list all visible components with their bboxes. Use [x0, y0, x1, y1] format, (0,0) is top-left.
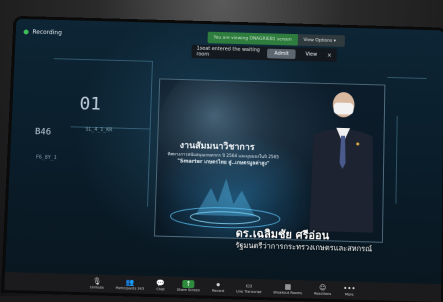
recording-dot-icon	[23, 29, 29, 35]
hud-code-2: F6_8Y_1	[35, 154, 57, 162]
toolbar-label: Breakout Rooms	[273, 290, 303, 296]
hud-left-code: B46	[34, 127, 52, 138]
toolbar-item-live-transcript[interactable]: ▭ Live Transcript	[236, 281, 262, 294]
monitor-screen: SL_4_1_KR F6_8Y_1 01 B46 Recording You a…	[4, 18, 443, 302]
toolbar-item-record[interactable]: ⏺ Record	[212, 281, 224, 293]
view-button[interactable]: View	[301, 50, 321, 60]
toolbar-item-breakout-rooms[interactable]: ▦ Breakout Rooms	[273, 282, 302, 295]
toolbar-label: Record	[211, 288, 225, 294]
waiting-room-message: 1seat entered the waiting room	[196, 45, 260, 58]
chat-icon: 💬	[156, 279, 166, 288]
toolbar-item-more[interactable]: ••• More	[343, 284, 356, 296]
view-options-button[interactable]: View Options ▾	[297, 37, 341, 44]
mic-icon: 🎙	[92, 277, 102, 286]
participants-icon: 👥	[125, 278, 135, 287]
speaker-video	[301, 84, 383, 233]
recording-indicator: Recording	[23, 28, 62, 37]
toolbar-label: Participants 343	[115, 286, 145, 291]
toolbar-item-share-screen[interactable]: ↑ Share Screen	[176, 279, 201, 293]
hud-code-1: SL_4_1_KR	[85, 126, 113, 134]
toolbar-item-participants[interactable]: 👥 Participants 343	[115, 278, 145, 291]
toolbar-label: Unmute	[89, 285, 104, 290]
toolbar-label: Reactions	[314, 291, 332, 297]
toolbar-item-unmute[interactable]: 🎙 Unmute	[90, 277, 104, 289]
speaker-name-tag: ดร.เฉลิมชัย ศรีอ่อน รัฐมนตรีว่าการกระทรว…	[235, 224, 395, 264]
admit-button[interactable]: Admit	[267, 48, 296, 60]
close-icon[interactable]: ×	[327, 52, 332, 59]
toolbar-label: More	[344, 292, 354, 297]
speaker-position: รัฐมนตรีว่าการกระทรวงเกษตรและสหกรณ์	[235, 240, 373, 254]
toolbar-item-reactions[interactable]: ☺ Reactions	[314, 284, 331, 296]
viewing-text: You are viewing ONAGRIEB1 screen	[207, 31, 298, 46]
toolbar-label: Chat	[156, 287, 165, 292]
record-icon: ⏺	[216, 280, 221, 289]
hud-big-number: 01	[79, 93, 102, 115]
toolbar-label: Live Transcript	[236, 289, 262, 295]
recording-label: Recording	[32, 28, 62, 37]
toolbar-item-chat[interactable]: 💬 Chat	[156, 279, 165, 291]
reactions-icon: ☺	[318, 283, 327, 292]
toolbar-label: Share Screen	[176, 287, 201, 293]
cc-icon: ▭	[245, 281, 253, 290]
speaker-silhouette	[309, 91, 375, 233]
breakout-icon: ▦	[284, 282, 292, 291]
